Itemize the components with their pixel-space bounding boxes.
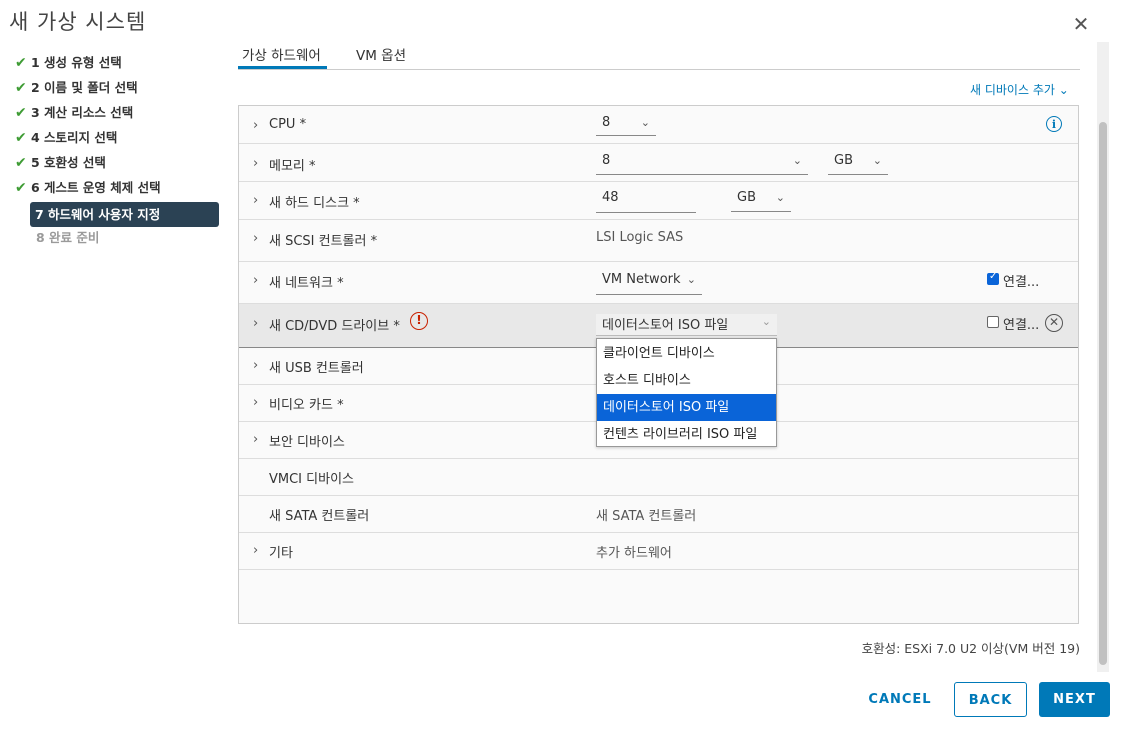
other-value: 추가 하드웨어 (596, 546, 672, 561)
option-host-device[interactable]: 호스트 디바이스 (597, 367, 776, 394)
cddvd-source-select[interactable]: 데이터스토어 ISO 파일 ⌄ (596, 314, 777, 336)
hw-row-sata: 새 SATA 컨트롤러 새 SATA 컨트롤러 (239, 496, 1078, 533)
chevron-down-icon: ⌄ (686, 273, 696, 286)
chevron-right-icon[interactable]: › (253, 358, 258, 373)
chevron-right-icon[interactable]: › (253, 395, 258, 410)
hw-row-scsi: › 새 SCSI 컨트롤러 * LSI Logic SAS (239, 220, 1078, 262)
hw-row-cpu: › CPU * 8 ⌄ i (239, 106, 1078, 144)
check-icon: ✔ (15, 155, 27, 171)
check-icon: ✔ (15, 180, 27, 196)
chevron-down-icon: ⌄ (775, 191, 785, 204)
tab-virtual-hardware[interactable]: 가상 하드웨어 (242, 44, 321, 64)
step-6[interactable]: ✔ 6 게스트 운영 체제 선택 (15, 177, 161, 199)
network-connect-checkbox[interactable] (987, 271, 999, 285)
sata-value: 새 SATA 컨트롤러 (596, 509, 697, 524)
hw-row-other: › 기타 추가 하드웨어 (239, 533, 1078, 570)
check-icon: ✔ (15, 105, 27, 121)
info-icon[interactable]: i (1046, 116, 1062, 132)
chevron-down-icon: ⌄ (761, 315, 771, 328)
memory-unit-select[interactable]: GB ⌄ (828, 153, 888, 175)
disk-unit-select[interactable]: GB ⌄ (731, 190, 791, 212)
vmci-label: VMCI 디바이스 (269, 472, 354, 487)
security-label: 보안 디바이스 (269, 435, 345, 450)
window-title: 새 가상 시스템 (9, 10, 147, 34)
check-icon: ✔ (15, 55, 27, 71)
cddvd-label: 새 CD/DVD 드라이브 * (269, 319, 400, 334)
scsi-value: LSI Logic SAS (596, 230, 684, 245)
chevron-right-icon[interactable]: › (253, 193, 258, 208)
chevron-down-icon: ⌄ (792, 154, 802, 167)
option-datastore-iso[interactable]: 데이터스토어 ISO 파일 (597, 394, 776, 421)
disk-size-input[interactable]: 48 (596, 190, 696, 213)
chevron-right-icon[interactable]: › (253, 432, 258, 447)
check-icon: ✔ (15, 80, 27, 96)
usb-label: 새 USB 컨트롤러 (269, 361, 364, 376)
back-button[interactable]: BACK (954, 682, 1027, 717)
step-3[interactable]: ✔ 3 계산 리소스 선택 (15, 102, 133, 124)
next-button[interactable]: NEXT (1039, 682, 1110, 717)
chevron-right-icon[interactable]: › (253, 273, 258, 288)
cddvd-source-dropdown: 클라이언트 디바이스 호스트 디바이스 데이터스토어 ISO 파일 컨텐츠 라이… (596, 338, 777, 447)
tab-vm-options[interactable]: VM 옵션 (356, 44, 406, 64)
chevron-right-icon[interactable]: › (253, 316, 258, 331)
remove-device-icon[interactable]: ✕ (1045, 314, 1063, 332)
cpu-label: CPU * (269, 117, 307, 132)
error-icon: ! (410, 312, 428, 330)
chevron-right-icon[interactable]: › (253, 231, 258, 246)
chevron-down-icon: ⌄ (640, 116, 650, 129)
video-label: 비디오 카드 * (269, 398, 344, 413)
add-new-device-button[interactable]: 새 디바이스 추가 ⌄ (970, 81, 1069, 98)
tabs-divider (238, 69, 1080, 70)
scrollbar-thumb[interactable] (1099, 122, 1107, 665)
chevron-right-icon[interactable]: › (253, 118, 258, 133)
chevron-right-icon[interactable]: › (253, 543, 258, 558)
cddvd-connect-label: 연결... (1003, 318, 1040, 333)
active-tab-indicator (238, 66, 327, 69)
hw-row-vmci: VMCI 디바이스 (239, 459, 1078, 496)
cddvd-connect-checkbox[interactable] (987, 316, 999, 328)
hw-row-network: › 새 네트워크 * VM Network⌄ 연결... (239, 262, 1078, 304)
disk-label: 새 하드 디스크 * (269, 196, 360, 211)
sata-label: 새 SATA 컨트롤러 (269, 509, 370, 524)
network-label: 새 네트워크 * (269, 276, 344, 291)
step-2[interactable]: ✔ 2 이름 및 폴더 선택 (15, 77, 138, 99)
step-8: 8 완료 준비 (36, 230, 100, 245)
check-icon: ✔ (15, 130, 27, 146)
hw-row-memory: › 메모리 * 8 ⌄ GB ⌄ (239, 144, 1078, 182)
cancel-button[interactable]: CANCEL (860, 682, 940, 717)
scsi-label: 새 SCSI 컨트롤러 * (269, 234, 378, 249)
step-1[interactable]: ✔ 1 생성 유형 선택 (15, 52, 122, 74)
step-4[interactable]: ✔ 4 스토리지 선택 (15, 127, 117, 149)
hw-row-hard-disk: › 새 하드 디스크 * 48 GB ⌄ (239, 182, 1078, 220)
step-7-active[interactable]: 7 하드웨어 사용자 지정 (30, 202, 219, 227)
other-label: 기타 (269, 546, 293, 561)
option-client-device[interactable]: 클라이언트 디바이스 (597, 340, 776, 367)
memory-label: 메모리 * (269, 159, 316, 174)
network-select[interactable]: VM Network ⌄ (596, 272, 702, 295)
memory-select[interactable]: 8 ⌄ (596, 153, 808, 175)
chevron-down-icon: ⌄ (872, 154, 882, 167)
close-icon[interactable]: ✕ (1071, 14, 1091, 34)
network-connect-label: 연결... (1003, 275, 1040, 290)
compatibility-text: 호환성: ESXi 7.0 U2 이상(VM 버전 19) (861, 641, 1080, 656)
step-5[interactable]: ✔ 5 호환성 선택 (15, 152, 106, 174)
chevron-right-icon[interactable]: › (253, 156, 258, 171)
cpu-select[interactable]: 8 ⌄ (596, 115, 656, 136)
option-content-library-iso[interactable]: 컨텐츠 라이브러리 ISO 파일 (597, 421, 776, 448)
